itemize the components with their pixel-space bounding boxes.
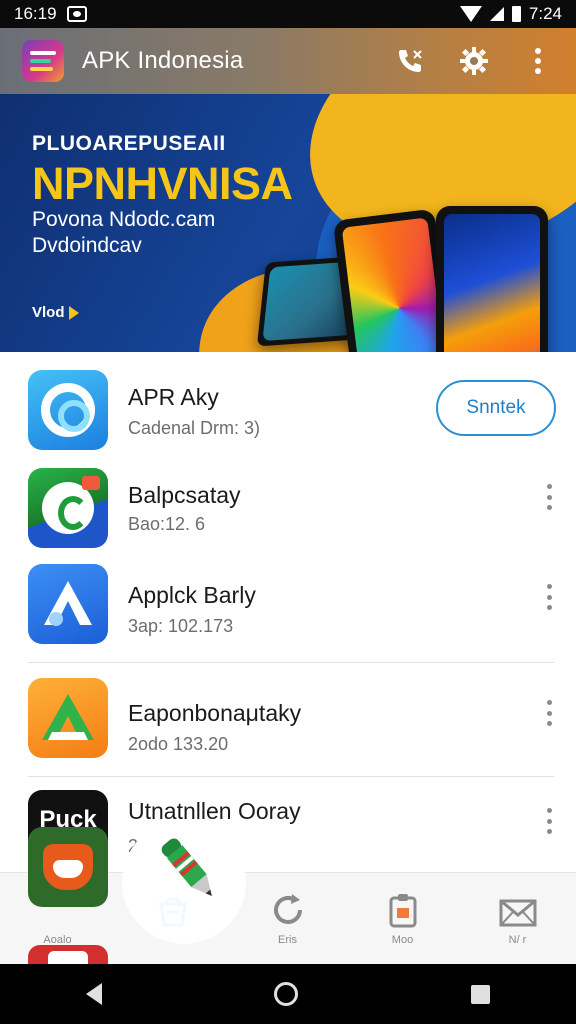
list-item[interactable]: Eaponbonaμtaky 2odo 133.20 xyxy=(0,660,576,760)
app-bar: APK Indonesia xyxy=(0,28,576,94)
nav-item-mail[interactable]: N/ r xyxy=(460,873,575,965)
mail-icon xyxy=(499,899,536,927)
home-icon[interactable] xyxy=(274,982,299,1006)
more-vert-icon[interactable] xyxy=(522,45,554,77)
green-a-icon xyxy=(28,678,108,758)
back-icon[interactable] xyxy=(86,983,103,1005)
status-time-left: 16:19 xyxy=(14,4,57,23)
list-item[interactable]: Applck Barly 3ap: 102.173 xyxy=(0,546,576,646)
promo-banner[interactable]: PLUOAREPUSEAII NPNHVNISA Povona Ndodc.ca… xyxy=(0,94,576,352)
app-title: Applck Barly xyxy=(128,582,256,608)
refresh-icon xyxy=(273,894,302,924)
nav-label: N/ r xyxy=(508,934,527,946)
red-app-icon xyxy=(28,945,108,965)
more-vert-icon[interactable] xyxy=(546,700,552,726)
list-item[interactable]: Balpcsatay Bao:12. 6 xyxy=(0,450,576,550)
status-time-right: 7:24 xyxy=(528,4,562,23)
gear-icon[interactable] xyxy=(458,45,490,77)
recents-icon[interactable] xyxy=(470,984,490,1004)
app-subtitle: 2odo 133.20 xyxy=(128,734,229,754)
signal-icon xyxy=(489,7,504,21)
nav-item-moo[interactable]: Moo xyxy=(345,873,460,965)
app-subtitle: Bao:12. 6 xyxy=(128,514,206,534)
app-logo[interactable] xyxy=(22,40,64,82)
app-title: Balpcsatay xyxy=(128,482,241,508)
app-title: Utnatnllen Ooray xyxy=(128,798,301,824)
banner-line-1: Povona Ndodc.cam xyxy=(32,208,216,231)
app-list: APR Aky Cadenal Drm: 3) Snntek Balpcsata… xyxy=(0,352,576,872)
install-button[interactable]: Snntek xyxy=(436,380,556,436)
app-title: APR Aky xyxy=(128,384,219,410)
arrow-a-icon xyxy=(28,564,108,644)
list-item[interactable]: APR Aky Cadenal Drm: 3) Snntek xyxy=(0,352,576,452)
notification-icon xyxy=(66,6,87,22)
chat-bubble-icon xyxy=(28,468,108,548)
nav-label: Eris xyxy=(278,934,297,946)
banner-kicker: PLUOAREPUSEAII xyxy=(32,132,226,155)
nav-label: Moo xyxy=(391,934,414,946)
bottom-nav: Aoalo Eris Moo N/ r xyxy=(0,827,576,965)
app-title: Eaponbonaμtaky xyxy=(128,700,302,726)
fox-icon xyxy=(28,827,108,907)
phone-image-front xyxy=(436,206,548,352)
more-vert-icon[interactable] xyxy=(546,484,552,510)
more-vert-icon[interactable] xyxy=(546,808,552,834)
battery-icon xyxy=(511,6,521,22)
app-title: APK Indonesia xyxy=(82,47,244,74)
phone-screen: 16:19 7:24 APK Indonesia PLUOAREPUSEAII … xyxy=(0,0,576,1024)
more-vert-icon[interactable] xyxy=(546,584,552,610)
status-bar: 16:19 7:24 xyxy=(0,0,576,28)
app-subtitle: Cadenal Drm: 3) xyxy=(128,418,261,438)
app-subtitle: 3ap: 102.173 xyxy=(128,616,234,636)
phone-icon[interactable] xyxy=(394,45,426,77)
system-nav-bar xyxy=(0,964,576,1024)
pen-icon[interactable] xyxy=(150,830,230,910)
swirl-icon xyxy=(28,370,108,450)
nav-item-eris[interactable]: Eris xyxy=(230,873,345,965)
banner-headline: NPNHVNISA xyxy=(32,158,293,209)
wifi-icon xyxy=(459,6,482,22)
banner-brand: Vlod xyxy=(32,304,79,321)
banner-line-2: Dvdoindcav xyxy=(32,234,142,257)
clipboard-icon xyxy=(389,894,416,928)
